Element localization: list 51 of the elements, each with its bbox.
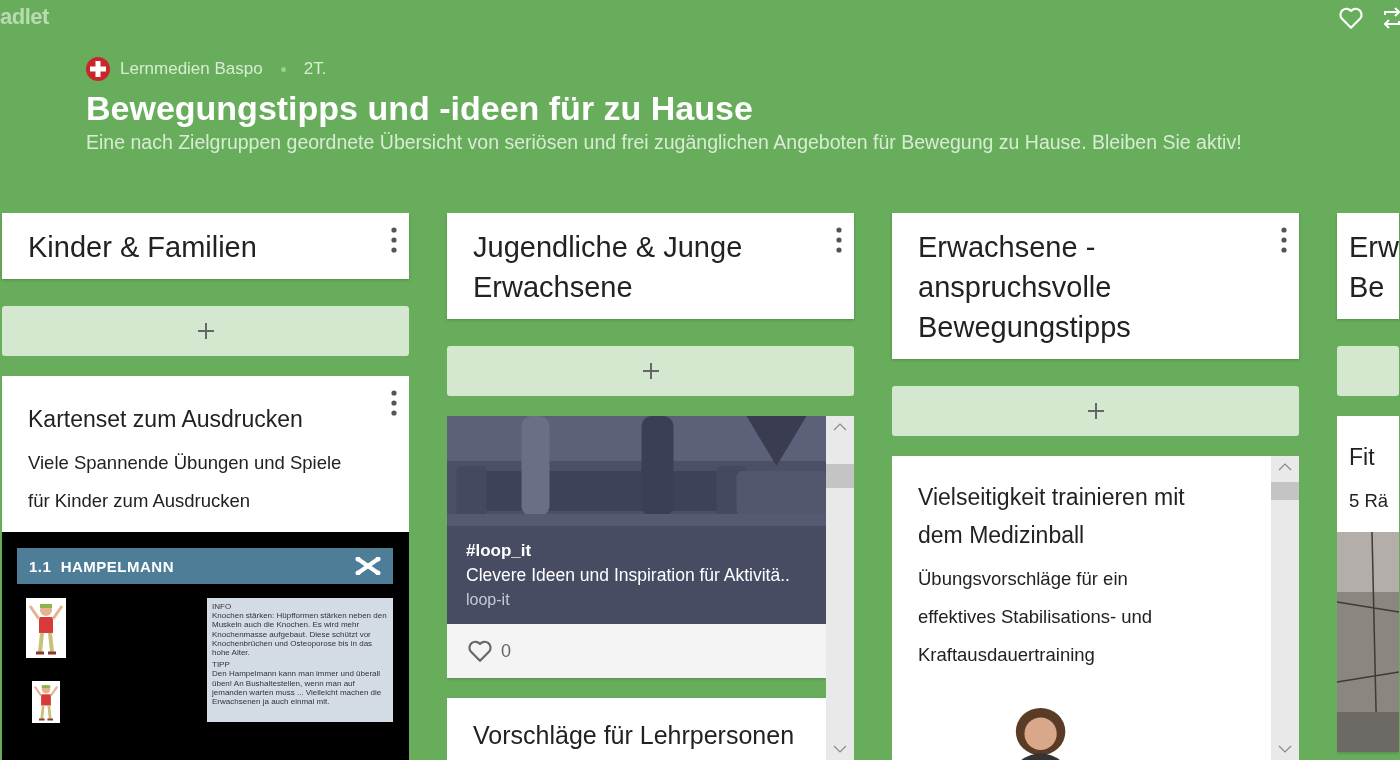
column-title: Erwachsene - anspruchsvolle Bewegungstipps	[918, 230, 1132, 345]
link-description: Clevere Ideen und Inspiration für Aktivitä..	[466, 564, 791, 587]
post-title: Kartenset zum Ausdrucken	[28, 405, 303, 434]
column-title: Jugendliche & Junge Erwachsene	[473, 230, 744, 305]
separator-dot	[280, 66, 286, 72]
post-card[interactable]: Fit 5 Rä	[1337, 416, 1399, 752]
board-description: Eine nach Zielgruppen geordnete Übersicht von seriösen und frei zugänglichen Angeboten für Bewegung zu Hause. Bleiben Sie aktiv!	[86, 130, 1243, 155]
heart-icon[interactable]	[1338, 5, 1364, 31]
scroll-down-icon[interactable]	[833, 744, 847, 754]
column-title: Erw Be	[1349, 230, 1399, 305]
post-text: Übungsvorschläge für ein effektives Stabilisations- und Kraftausdauertraining	[917, 567, 1154, 667]
cartoon-figure-drawing	[26, 598, 66, 658]
link-source: loop-it	[466, 590, 511, 610]
plus-icon[interactable]	[641, 362, 660, 380]
heart-icon[interactable]	[467, 638, 493, 664]
post-age: 2T.	[303, 59, 327, 79]
link-preview[interactable]: #loop_it Clevere Ideen und Inspiration für Aktivitä.. loop-it	[447, 526, 826, 624]
more-menu-icon[interactable]	[1281, 227, 1287, 253]
scroll-up-icon[interactable]	[833, 422, 847, 432]
repost-icon[interactable]	[1384, 5, 1400, 31]
scroll-up-icon[interactable]	[1278, 462, 1292, 472]
column-title: Kinder & Familien	[28, 230, 258, 265]
scroll-thumb[interactable]	[826, 464, 854, 488]
scroll-down-icon[interactable]	[1278, 744, 1292, 754]
post-title: Vorschläge für Lehrpersonen	[473, 720, 796, 751]
avatar-icon[interactable]	[86, 57, 110, 81]
plus-icon[interactable]	[1086, 402, 1105, 420]
board-title: Bewegungstipps und -ideen für zu Hause	[86, 88, 754, 128]
document-heading: 1.1 HAMPELMANN	[29, 557, 174, 575]
more-menu-icon[interactable]	[391, 227, 397, 253]
plus-icon[interactable]	[196, 322, 215, 340]
post-card[interactable]: Vorschläge für Lehrpersonen	[447, 698, 826, 760]
like-count: 0	[501, 640, 511, 662]
more-menu-icon[interactable]	[391, 390, 397, 416]
more-menu-icon[interactable]	[836, 227, 842, 253]
info-label: INFO	[212, 602, 233, 612]
post-title: Fit	[1348, 443, 1376, 472]
post-card[interactable]: #loop_it Clevere Ideen und Inspiration für Aktivitä.. loop-it 0	[447, 416, 826, 678]
scrollbar[interactable]	[826, 416, 854, 760]
post-card[interactable]	[2, 376, 409, 760]
scrollbar[interactable]	[1271, 456, 1299, 760]
link-title: #loop_it	[466, 540, 533, 562]
post-title: Vielseitigkeit trainieren mit dem Medizinball	[917, 483, 1186, 550]
info-text: Knochen stärken: Hüpfformen stärken neben den Muskeln auch die Knochen. Es wird mehr Knochenmasse aufgebaut. Diese schützt vor Knochenbrüchen und Osteoporose bis in das hohe Alter.	[212, 611, 388, 658]
tip-label: TIPP	[212, 660, 231, 670]
post-text: Viele Spannende Übungen und Spiele für Kinder zum Ausdrucken	[27, 451, 343, 513]
post-text: 5 Rä	[1348, 489, 1390, 513]
crossed-bones-icon	[355, 557, 381, 575]
scroll-thumb[interactable]	[1271, 482, 1299, 500]
post-card[interactable]: Vielseitigkeit trainieren mit dem Medizinball Übungsvorschläge für ein effektives Stabilisations- und Kraftausdauertraining	[892, 456, 1271, 760]
tip-text: Den Hampelmann kann man immer und überall üben! An Bushaltestellen, wenn man auf jemanden warten muss ... Vielleicht machen die Erwachsenen ja auch einmal mit.	[212, 669, 383, 707]
